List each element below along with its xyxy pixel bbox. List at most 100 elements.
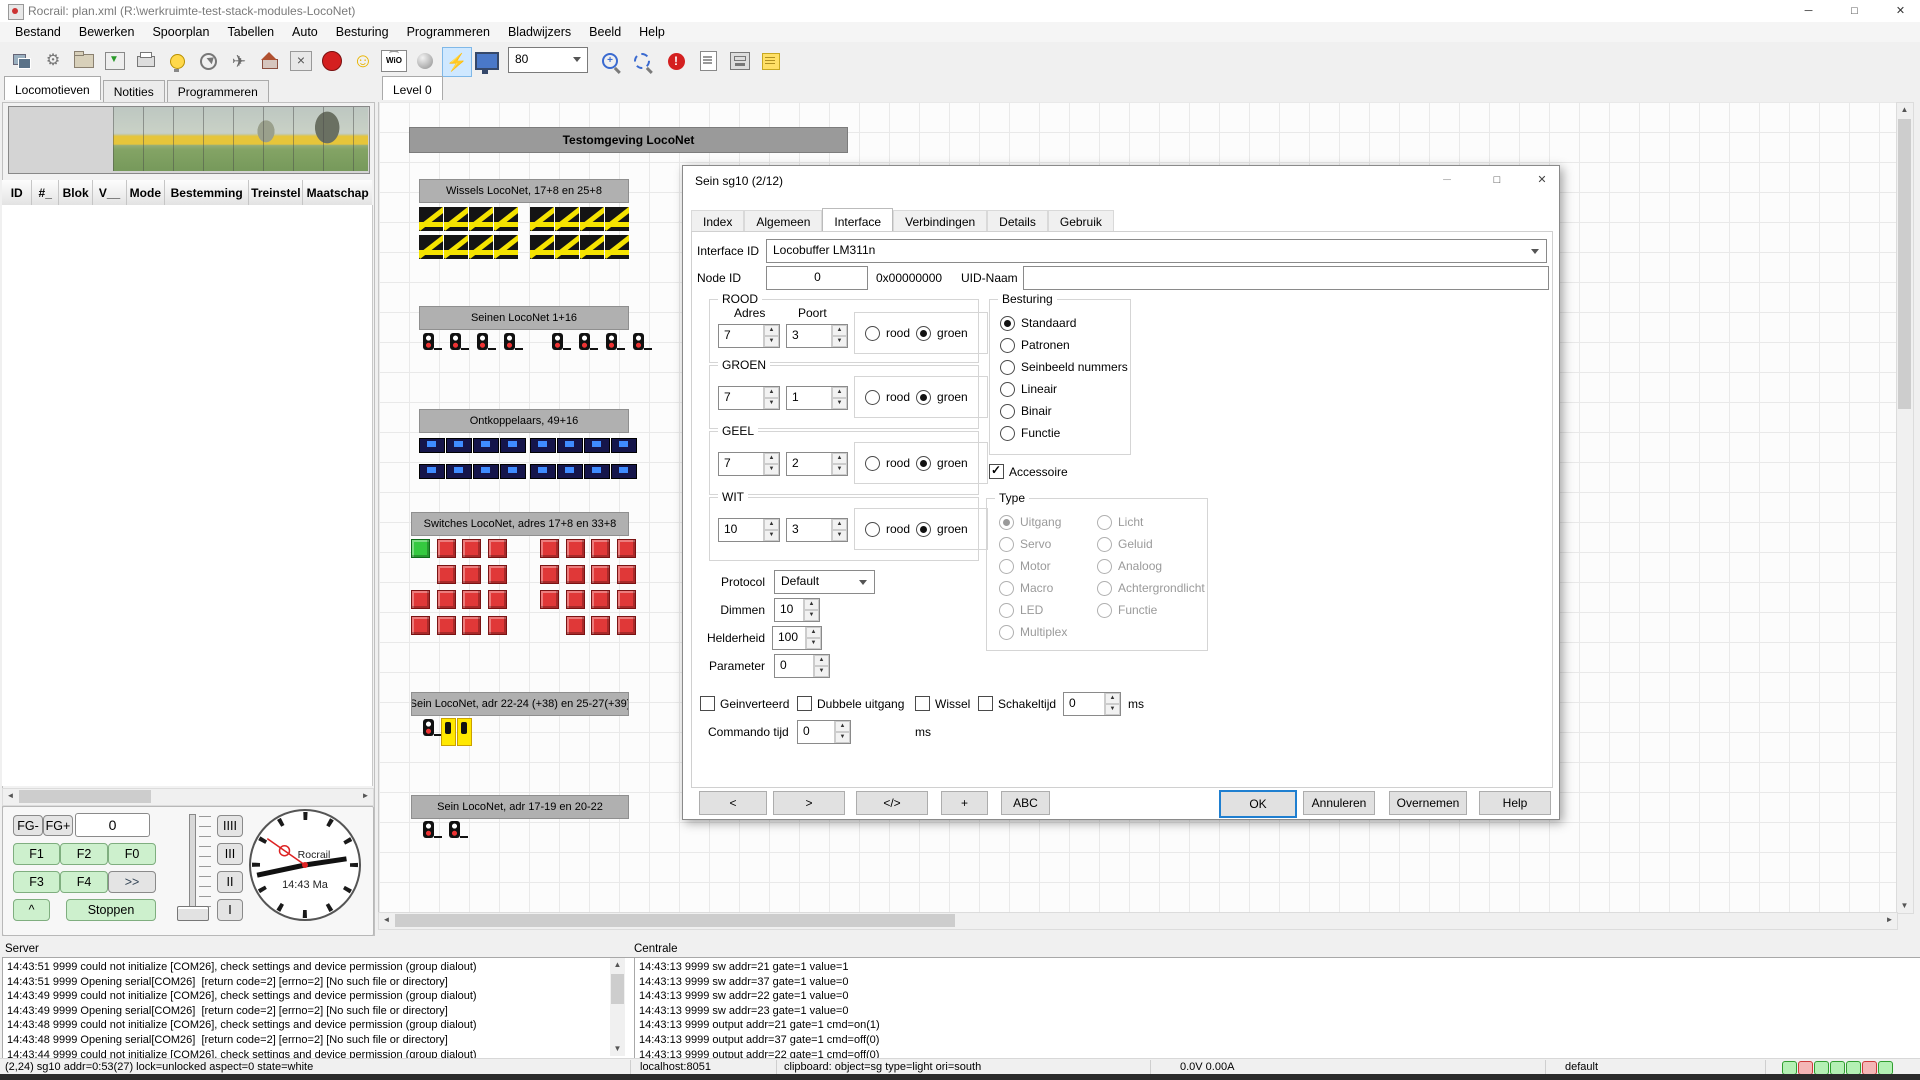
radio-icon[interactable] [1000,338,1015,353]
dialog-tab[interactable]: Interface [822,208,893,233]
canvas-hscrollbar[interactable]: ◄ ► [378,912,1898,930]
col-maatschappij[interactable]: Maatschap [303,180,372,205]
scroll-left-icon[interactable]: ◄ [379,913,394,927]
switch-button[interactable] [591,539,610,558]
col-bestemming[interactable]: Bestemming [165,180,249,205]
turnout-icon[interactable] [469,235,493,259]
pointer-icon[interactable] [411,47,439,75]
geel-poort-spinner[interactable]: 2▲▼ [786,452,848,476]
open-folder-icon[interactable] [70,47,98,75]
menu-item[interactable]: Tabellen [218,22,283,42]
scroll-up-icon[interactable]: ▲ [610,958,625,972]
signal-icon[interactable] [629,332,655,358]
decoupler-icon[interactable] [584,438,610,453]
decoupler-icon[interactable] [500,438,526,453]
col-v[interactable]: V__ [93,180,126,205]
signal-yellow-icon[interactable] [441,718,456,746]
tab-level-0[interactable]: Level 0 [382,76,443,100]
col-blok[interactable]: Blok [59,180,93,205]
switch-button[interactable] [591,616,610,635]
index-cards-icon[interactable] [726,47,754,75]
radio-icon[interactable] [1000,426,1015,441]
abc-button[interactable]: ABC [1001,791,1050,815]
minimize-icon[interactable]: ─ [1786,0,1831,22]
wit-adres-spinner[interactable]: 10▲▼ [718,518,780,542]
scroll-right-icon[interactable]: ► [1882,913,1897,927]
switch-button[interactable] [437,539,456,558]
helderheid-spinner[interactable]: 100▲▼ [772,626,822,650]
prev-button[interactable]: < [699,791,767,815]
menu-item[interactable]: Bewerken [70,22,144,42]
col-num[interactable]: #_ [32,180,59,205]
decoupler-icon[interactable] [611,464,637,479]
step4-button[interactable]: IIII [217,815,243,837]
rood-radio[interactable] [865,326,880,341]
canvas-vscrollbar[interactable]: ▲ ▼ [1896,102,1914,914]
switch-button[interactable] [591,590,610,609]
scroll-left-icon[interactable]: ◄ [3,789,18,803]
decoupler-icon[interactable] [557,438,583,453]
scroll-up-icon[interactable]: ▲ [1897,103,1912,117]
turnout-icon[interactable] [605,235,629,259]
checkbox-icon[interactable] [915,696,930,711]
switch-button[interactable] [617,590,636,609]
signal-icon[interactable] [446,332,472,358]
accessoire-checkbox[interactable]: Accessoire [989,464,1068,479]
server-log-scrollbar[interactable]: ▲ ▼ [610,958,625,1056]
groen-adres-spinner[interactable]: 7▲▼ [718,386,780,410]
left-tab[interactable]: Programmeren [167,80,269,102]
properties-gears-icon[interactable]: ⚙ [39,47,67,75]
refresh-icon[interactable] [194,47,222,75]
interface-id-select[interactable]: Locobuffer LM311n [766,239,1547,263]
switch-button[interactable] [540,539,559,558]
ok-button[interactable]: OK [1219,790,1297,818]
menu-item[interactable]: Bladwijzers [499,22,580,42]
col-mode[interactable]: Mode [127,180,165,205]
switch-button[interactable] [591,565,610,584]
decoupler-icon[interactable] [584,464,610,479]
apply-button[interactable]: Overnemen [1389,791,1467,815]
signal-icon[interactable] [419,820,445,846]
wit-poort-spinner[interactable]: 3▲▼ [786,518,848,542]
smiley-icon[interactable]: ☺ [349,47,377,75]
switch-button[interactable] [540,565,559,584]
turnout-icon[interactable] [605,207,629,231]
checkbox-icon[interactable] [700,696,715,711]
step2-button[interactable]: II [217,871,243,893]
turnout-icon[interactable] [555,207,579,231]
dialog-close-icon[interactable]: ✕ [1529,171,1555,189]
decoupler-icon[interactable] [446,438,472,453]
checkbox-icon[interactable] [797,696,812,711]
switch-button[interactable] [566,616,585,635]
turnout-icon[interactable] [530,235,554,259]
switch-button[interactable] [437,616,456,635]
switch-button[interactable] [462,539,481,558]
signal-icon[interactable] [602,332,628,358]
signal-icon[interactable] [575,332,601,358]
emergency-stop-icon[interactable] [318,47,346,75]
switch-button[interactable] [488,539,507,558]
fast-forward-button[interactable]: >> [108,871,156,893]
geel-adres-spinner[interactable]: 7▲▼ [718,452,780,476]
signal-icon[interactable] [473,332,499,358]
groen-radio[interactable] [916,456,931,471]
signal-icon[interactable] [548,332,574,358]
radio-icon[interactable] [1000,382,1015,397]
dubbele-uitgang-checkbox[interactable]: Dubbele uitgang [797,696,904,711]
switch-button[interactable] [462,565,481,584]
zoom-fit-icon[interactable] [628,47,656,75]
rood-radio[interactable] [865,456,880,471]
turnout-icon[interactable] [494,235,518,259]
direction-button[interactable]: ^ [13,899,50,921]
switch-button[interactable] [540,590,559,609]
switch-button[interactable] [617,539,636,558]
turnout-icon[interactable] [555,235,579,259]
turnout-icon[interactable] [494,207,518,231]
groen-radio[interactable] [916,326,931,341]
save-icon[interactable] [101,47,129,75]
besturing-option[interactable]: Seinbeeld nummers [1000,356,1128,378]
f1-button[interactable]: F1 [13,843,60,865]
decoupler-icon[interactable] [473,438,499,453]
switch-button[interactable] [617,565,636,584]
switch-button[interactable] [617,616,636,635]
